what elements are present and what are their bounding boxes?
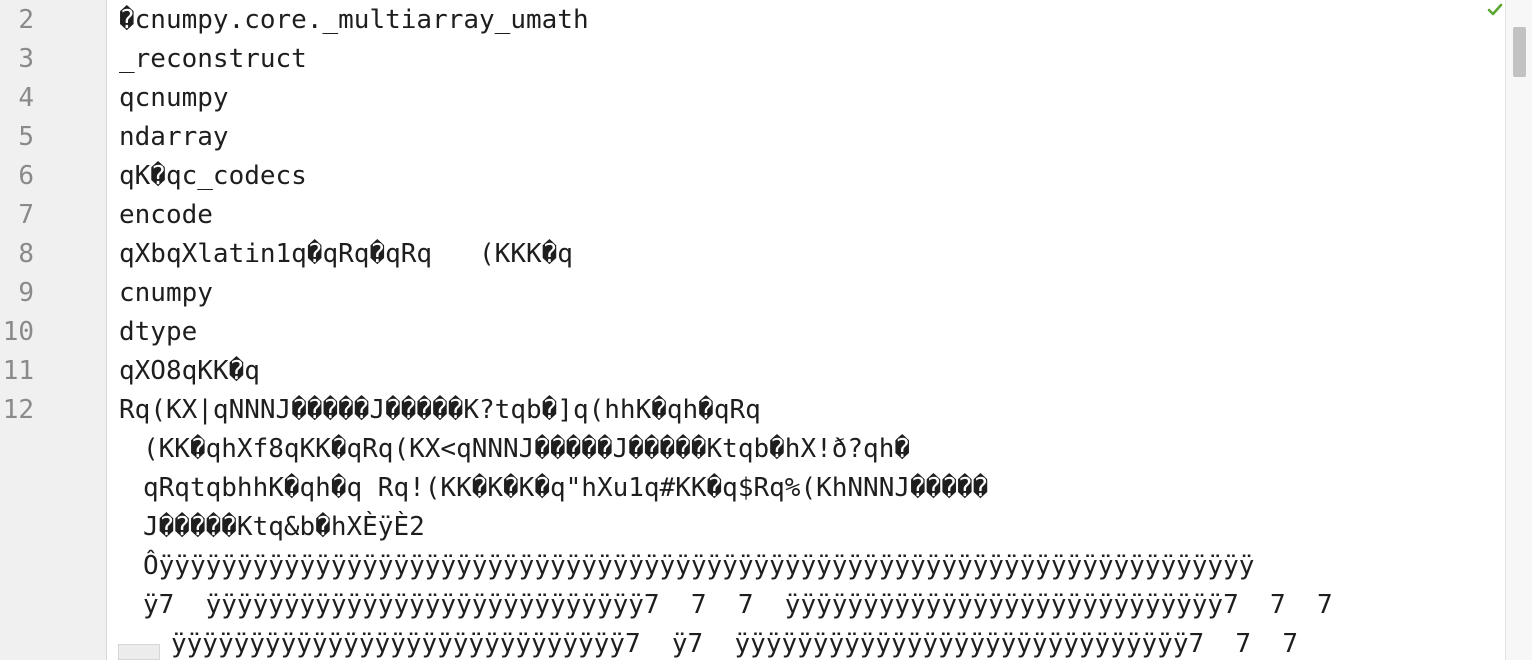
line-number: 3 <box>0 40 34 79</box>
fold-marker[interactable] <box>118 644 160 660</box>
wrapped-code-line[interactable]: ÿÿÿÿÿÿÿÿÿÿÿÿÿÿÿÿÿÿÿÿÿÿÿÿÿÿÿÿÿ7 ÿ7 ÿÿÿÿÿÿ… <box>171 625 1298 660</box>
line-number: 10 <box>0 313 34 352</box>
code-line[interactable]: encode <box>119 196 213 235</box>
line-number: 12 <box>0 391 34 430</box>
code-line[interactable]: cnumpy <box>119 274 213 313</box>
line-number-gutter: 2 3 4 5 6 7 8 9 10 11 12 <box>0 0 107 660</box>
line-number: 4 <box>0 79 34 118</box>
code-line[interactable]: qXbqXlatin1q�qRq�qRq (KKK�q <box>119 235 573 274</box>
check-icon <box>1485 0 1505 20</box>
code-line[interactable]: ndarray <box>119 118 229 157</box>
vertical-scrollbar[interactable] <box>1505 0 1532 660</box>
code-line[interactable]: _reconstruct <box>119 40 307 79</box>
code-line[interactable]: qcnumpy <box>119 79 229 118</box>
scrollbar-thumb[interactable] <box>1513 27 1526 77</box>
line-number: 11 <box>0 352 34 391</box>
line-number: 6 <box>0 157 34 196</box>
wrapped-code-line[interactable]: J�����Ktq&b�hXЀÿÈ2 <box>143 508 425 547</box>
code-line[interactable]: dtype <box>119 313 197 352</box>
line-number: 2 <box>0 1 34 40</box>
wrapped-code-line[interactable]: ÿ7 ÿÿÿÿÿÿÿÿÿÿÿÿÿÿÿÿÿÿÿÿÿÿÿÿÿÿÿÿ7 7 7 ÿÿÿ… <box>143 586 1333 625</box>
code-line[interactable]: q XO8q KK�q <box>119 352 260 391</box>
code-text-area[interactable]: �cnumpy.core._multiarray_umath _reconst… <box>107 0 1505 660</box>
line-number: 8 <box>0 235 34 274</box>
code-line[interactable]: �cnumpy.core._multiarray_umath <box>119 1 589 40</box>
line-number: 7 <box>0 196 34 235</box>
line-number: 5 <box>0 118 34 157</box>
wrapped-code-line[interactable]: (KK�qhXf8qKK�qRq(KX<qNNNJ���… <box>143 430 910 469</box>
text-editor: 2 3 4 5 6 7 8 9 10 11 12 �cnumpy.core._… <box>0 0 1532 660</box>
code-line[interactable]: qK�qc_codecs <box>119 157 307 196</box>
wrapped-code-line[interactable]: qRq tq bhhK�q h�q Rq!(KK�K�K�q"hX… <box>143 469 988 508</box>
line-number: 9 <box>0 274 34 313</box>
code-line[interactable]: Rq (KX|qNNNJ�����J�����K?tqb�]q(hh… <box>119 391 761 430</box>
wrapped-code-line[interactable]: Ôÿÿÿÿÿÿÿÿÿÿÿÿÿÿÿÿÿÿÿÿÿÿÿÿÿÿÿÿÿÿÿÿÿÿÿÿÿÿÿ… <box>143 547 1254 586</box>
